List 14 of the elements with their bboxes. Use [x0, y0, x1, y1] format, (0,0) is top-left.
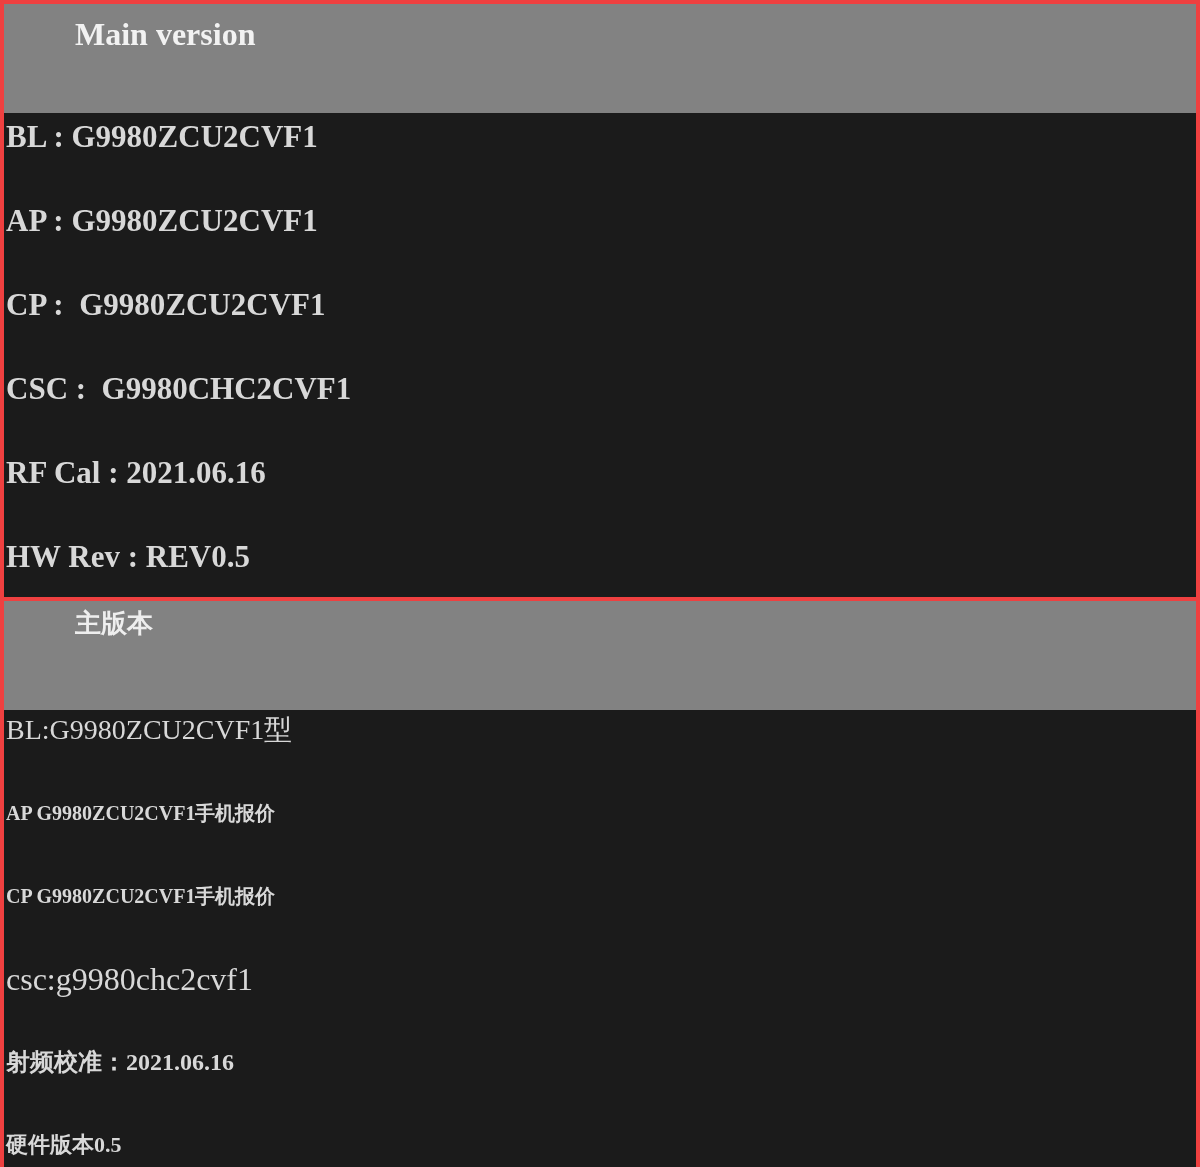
panel-title: Main version [75, 15, 256, 54]
version-info-text: 硬件版本0.5 [6, 1131, 123, 1159]
version-info-text: BL : G9980ZCU2CVF1 [6, 118, 319, 156]
version-info-text: 射频校准：2021.06.16 [6, 1048, 235, 1077]
version-info-text: csc:g9980chc2cvf1 [6, 960, 254, 999]
version-info-text: BL:G9980ZCU2CVF1型 [6, 713, 294, 747]
version-info-text: AP G9980ZCU2CVF1手机报价 [6, 801, 277, 826]
panel-title: 主版本 [75, 608, 153, 640]
version-info-text: CSC : G9980CHC2CVF1 [6, 370, 353, 408]
version-info-text: AP : G9980ZCU2CVF1 [6, 202, 319, 240]
version-info-text: CP G9980ZCU2CVF1手机报价 [6, 884, 277, 909]
version-info-text: CP : G9980ZCU2CVF1 [6, 286, 327, 324]
version-info-text: HW Rev : REV0.5 [6, 538, 251, 576]
version-info-text: RF Cal : 2021.06.16 [6, 454, 267, 492]
